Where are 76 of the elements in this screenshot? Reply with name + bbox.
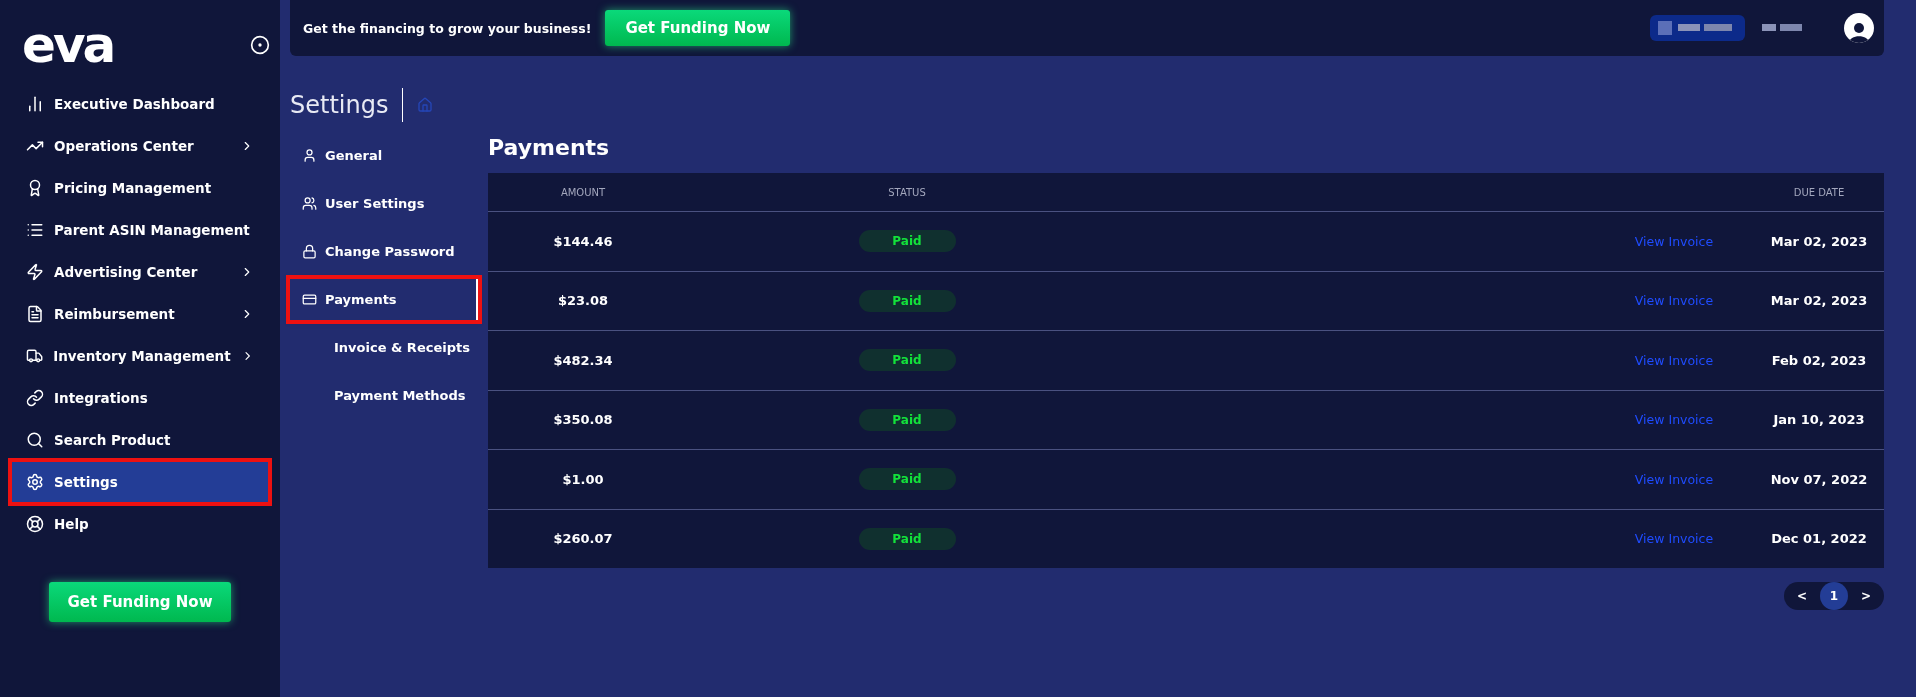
- status-badge: Paid: [858, 349, 956, 372]
- due-date-cell: Dec 01, 2022: [1771, 531, 1867, 547]
- search-icon: [26, 431, 44, 449]
- users-icon: [302, 196, 317, 211]
- sidebar-label: Executive Dashboard: [54, 96, 216, 112]
- sidebar-item[interactable]: Inventory Management: [12, 336, 268, 376]
- sidebar-item[interactable]: Pricing Management: [12, 168, 268, 208]
- settings-icon: [26, 473, 44, 491]
- due-date-cell: Mar 02, 2023: [1770, 293, 1868, 309]
- settings-menu-item[interactable]: Change Password: [290, 231, 478, 272]
- column-header: STATUS: [888, 186, 926, 198]
- toggle-icon[interactable]: [250, 35, 270, 55]
- settings-menu-item[interactable]: User Settings: [290, 183, 478, 224]
- sidebar-item[interactable]: Search Product: [12, 420, 268, 460]
- sidebar-label: Search Product: [54, 432, 172, 448]
- sidebar-label: Advertising Center: [54, 264, 199, 280]
- column-header: AMOUNT: [560, 186, 606, 198]
- settings-menu-label: User Settings: [325, 196, 425, 211]
- sidebar-item[interactable]: Help: [12, 504, 268, 544]
- lifebuoy-icon: [26, 515, 44, 533]
- settings-menu-label: Payment Methods: [334, 388, 466, 403]
- card-icon: [302, 292, 317, 307]
- promo-text: Get the financing to grow your business!: [303, 20, 592, 36]
- sidebar-label: Integrations: [54, 390, 149, 406]
- settings-menu-label: Payments: [325, 292, 397, 307]
- status-badge: Paid: [858, 527, 956, 550]
- sidebar-item[interactable]: Reimbursement: [12, 294, 268, 334]
- due-date-cell: Nov 07, 2022: [1770, 471, 1868, 487]
- truck-icon: [26, 347, 44, 365]
- amount-cell: $144.46: [553, 233, 613, 249]
- section-title: Payments: [488, 134, 611, 162]
- amount-cell: $260.07: [553, 531, 613, 547]
- sidebar-label: Settings: [54, 474, 119, 490]
- sidebar-item[interactable]: Operations Center: [12, 126, 268, 166]
- sidebar-label: Inventory Management: [53, 348, 231, 364]
- lightning-icon: [26, 263, 44, 281]
- lock-icon: [302, 244, 317, 259]
- page-button[interactable]: 1: [1820, 582, 1848, 610]
- status-badge: Paid: [858, 289, 956, 312]
- status-badge: Paid: [858, 468, 956, 491]
- amount-cell: $1.00: [562, 471, 604, 487]
- user-icon: [302, 148, 317, 163]
- sidebar-item[interactable]: Parent ASIN Management: [12, 210, 268, 250]
- settings-menu-label: Change Password: [325, 244, 455, 259]
- status-badge: Paid: [858, 408, 956, 431]
- avatar-icon[interactable]: [1844, 13, 1874, 43]
- settings-menu-label: General: [325, 148, 383, 163]
- sidebar-label: Parent ASIN Management: [54, 222, 251, 238]
- settings-menu-item[interactable]: Payments: [290, 279, 478, 320]
- status-badge: Paid: [858, 230, 956, 253]
- logo[interactable]: eva: [22, 20, 114, 70]
- bar-chart-icon: [26, 95, 44, 113]
- amount-cell: $23.08: [557, 293, 609, 309]
- settings-menu-label: Invoice & Receipts: [334, 340, 470, 355]
- sidebar-item[interactable]: Integrations: [12, 378, 268, 418]
- next-page-button[interactable]: >: [1852, 582, 1880, 610]
- column-header: DUE DATE: [1793, 186, 1845, 198]
- sidebar-item[interactable]: Executive Dashboard: [12, 84, 268, 124]
- sidebar-label: Operations Center: [54, 138, 195, 154]
- amount-cell: $350.08: [553, 412, 613, 428]
- settings-menu-item[interactable]: General: [290, 135, 478, 176]
- due-date-cell: Jan 10, 2023: [1773, 412, 1865, 428]
- due-date-cell: Feb 02, 2023: [1771, 352, 1867, 368]
- settings-menu-item[interactable]: Invoice & Receipts: [290, 327, 478, 368]
- previous-page-button[interactable]: <: [1788, 582, 1816, 610]
- page-title: Settings: [290, 88, 404, 122]
- link-icon: [26, 389, 44, 407]
- sidebar-item[interactable]: Advertising Center: [12, 252, 268, 292]
- sidebar-label: Pricing Management: [54, 180, 213, 196]
- list-icon: [26, 221, 44, 239]
- amount-cell: $482.34: [553, 352, 613, 368]
- sidebar-label: Reimbursement: [54, 306, 176, 322]
- settings-menu-item[interactable]: Payment Methods: [290, 375, 478, 416]
- due-date-cell: Mar 02, 2023: [1770, 233, 1868, 249]
- sidebar-label: Help: [54, 516, 90, 532]
- document-icon: [26, 305, 44, 323]
